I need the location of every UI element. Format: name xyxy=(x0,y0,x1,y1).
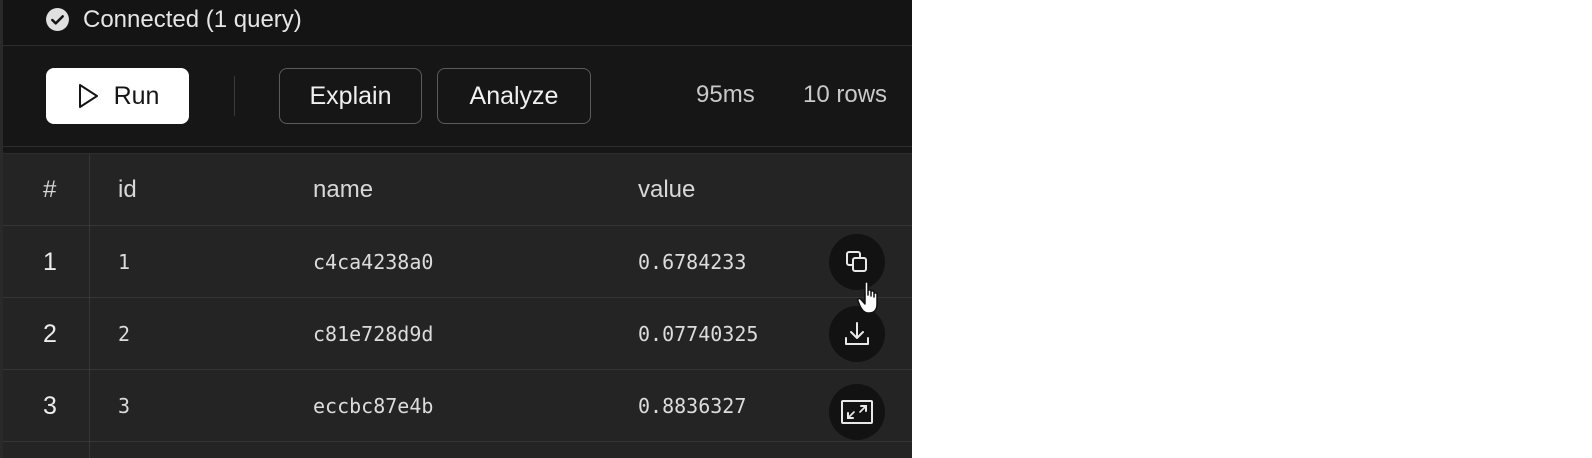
table-row[interactable]: 1 1 c4ca4238a0 0.6784233 xyxy=(3,226,912,298)
explain-button[interactable]: Explain xyxy=(279,68,422,124)
expand-icon xyxy=(841,400,873,424)
check-circle-icon xyxy=(46,8,69,31)
cell-value[interactable]: 0.8836327 xyxy=(638,392,746,420)
play-icon xyxy=(78,84,98,108)
column-header-index[interactable]: # xyxy=(43,176,56,204)
row-number: 1 xyxy=(43,248,57,276)
hand-cursor-icon xyxy=(857,281,878,314)
analyze-button[interactable]: Analyze xyxy=(437,68,591,124)
table-row[interactable]: 3 3 eccbc87e4b 0.8836327 xyxy=(3,370,912,442)
cell-name[interactable]: eccbc87e4b xyxy=(313,392,433,420)
query-toolbar: Run Explain Analyze 95ms 10 rows xyxy=(3,46,912,146)
cell-id[interactable]: 3 xyxy=(118,392,130,420)
query-duration: 95ms xyxy=(696,81,755,108)
table-header: # id name value xyxy=(3,154,912,226)
column-header-name[interactable]: name xyxy=(313,176,373,204)
connection-status-bar: Connected (1 query) xyxy=(3,0,912,46)
resize-handle[interactable] xyxy=(3,146,912,154)
cell-id[interactable]: 1 xyxy=(118,248,130,276)
explain-button-label: Explain xyxy=(309,81,392,110)
run-button-label: Run xyxy=(113,81,160,110)
run-button[interactable]: Run xyxy=(46,68,189,124)
column-header-id[interactable]: id xyxy=(118,176,137,204)
copy-icon xyxy=(846,251,867,272)
row-count: 10 rows xyxy=(803,81,888,108)
table-row[interactable]: 2 2 c81e728d9d 0.07740325 xyxy=(3,298,912,370)
cell-name[interactable]: c4ca4238a0 xyxy=(313,248,433,276)
cell-value[interactable]: 0.07740325 xyxy=(638,320,758,348)
download-icon xyxy=(845,322,869,345)
analyze-button-label: Analyze xyxy=(469,81,559,110)
column-header-value[interactable]: value xyxy=(638,176,695,204)
cell-id[interactable]: 2 xyxy=(118,320,130,348)
results-table: # id name value 1 1 c4ca4238a0 0.6784233… xyxy=(3,154,912,458)
row-number: 2 xyxy=(43,320,57,348)
expand-button[interactable] xyxy=(829,384,885,440)
query-result-panel: Connected (1 query) Run Explain Analyze … xyxy=(0,0,912,458)
row-number: 3 xyxy=(43,392,57,420)
connection-status-text: Connected (1 query) xyxy=(83,6,302,33)
cell-name[interactable]: c81e728d9d xyxy=(313,320,433,348)
toolbar-divider xyxy=(234,76,235,116)
cell-value[interactable]: 0.6784233 xyxy=(638,248,746,276)
